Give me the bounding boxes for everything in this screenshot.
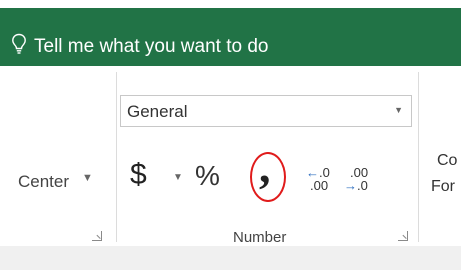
conditional-formatting-label[interactable]: Co [437,152,457,170]
chevron-down-icon[interactable]: ▼ [173,172,183,183]
lightbulb-icon [12,33,26,54]
comma-style-button[interactable]: , [259,144,271,190]
percent-style-button[interactable]: % [195,160,220,192]
ribbon-home [0,66,461,246]
accounting-format-button[interactable]: $ [130,158,147,192]
arrow-right-icon: → [344,178,357,193]
merge-center-button[interactable]: Center [18,172,69,192]
format-as-table-label[interactable]: For [431,178,455,196]
tell-me-input[interactable]: Tell me what you want to do [34,36,268,58]
chevron-down-icon: ▼ [394,105,403,115]
decrease-decimal-button[interactable]: .00 →.0 [344,166,368,192]
group-divider [418,72,419,242]
number-group-label: Number [233,229,287,246]
number-dialog-launcher-icon[interactable] [398,231,408,241]
number-format-select[interactable]: General ▼ [120,95,412,127]
ribbon-bottom-edge [0,246,461,270]
increase-decimal-button[interactable]: ←.0 .00 [306,166,330,192]
alignment-dialog-launcher-icon[interactable] [92,231,102,241]
group-divider [116,72,117,242]
number-format-value: General [127,102,188,121]
chevron-down-icon[interactable]: ▼ [82,172,93,184]
tell-me-bar[interactable]: Tell me what you want to do [0,8,461,66]
